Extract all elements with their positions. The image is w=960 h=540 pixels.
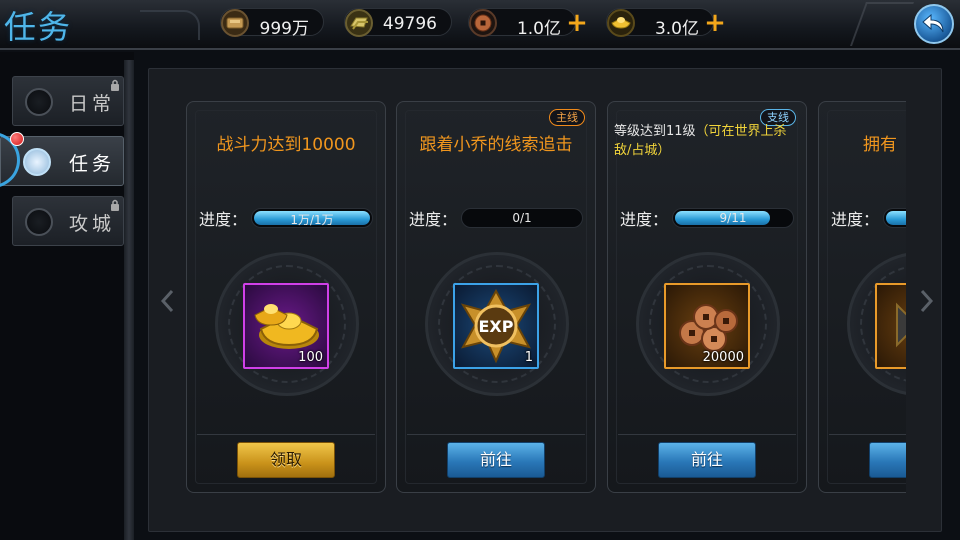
chevron-right-icon (920, 289, 934, 313)
svg-text:EXP: EXP (479, 317, 514, 336)
main-quest-badge: 主线 (549, 109, 585, 126)
task-title: 等级达到11级（可在世界上杀敌/占城） (614, 122, 800, 160)
swirl-icon (25, 208, 53, 236)
reward-item[interactable]: 20000 (664, 283, 750, 369)
claim-button[interactable]: 领取 (237, 442, 335, 478)
progress-label: 进度： (199, 210, 248, 229)
scroll-right-button[interactable] (918, 288, 936, 314)
lock-icon (111, 79, 119, 91)
tab-siege-label: 攻城 (69, 213, 116, 235)
swirl-icon (25, 88, 53, 116)
title-ornament (140, 10, 200, 40)
go-button[interactable]: 前往 (447, 442, 545, 478)
notification-dot (10, 132, 24, 146)
reward-item[interactable] (875, 283, 906, 369)
silver-ingot-icon (219, 7, 251, 39)
tab-tasks-label: 任务 (69, 153, 116, 175)
card-divider (829, 434, 906, 435)
progress-bar: 9/11 (672, 208, 794, 228)
progress-text: 0/1 (512, 211, 532, 225)
item-icon (896, 302, 906, 348)
scroll-left-button[interactable] (158, 288, 176, 314)
back-button[interactable] (914, 4, 954, 44)
silver-amount: 999万 (259, 19, 309, 39)
task-card: 拥有 进度： 前 (818, 101, 906, 493)
task-title-main: 等级达到11级 (614, 124, 696, 139)
task-cards-list[interactable]: 战斗力达到10000 进度： 1万/1万 100 领取 主线 跟着小乔的线索追击… (186, 101, 906, 493)
reward-count: 20000 (702, 350, 744, 365)
resource-copper: 1.0亿 + (467, 7, 588, 39)
swirl-icon (23, 148, 51, 176)
progress-label: 进度： (831, 210, 880, 229)
gold-bar-amount: 49796 (382, 14, 437, 34)
sidebar-rail (124, 60, 134, 540)
gold-ingot-amount: 3.0亿 (654, 19, 699, 39)
progress-label: 进度： (620, 210, 669, 229)
progress-text: 1万/1万 (290, 213, 334, 227)
reward-count: 100 (298, 350, 323, 365)
reward-item[interactable]: 100 (243, 283, 329, 369)
tab-daily-label: 日常 (69, 93, 116, 115)
page-title: 任务 (4, 8, 73, 46)
go-button[interactable]: 前 (869, 442, 906, 478)
add-copper-button[interactable]: + (565, 10, 589, 36)
task-card: 支线 等级达到11级（可在世界上杀敌/占城） 进度： 9/11 20000 前往 (607, 101, 807, 493)
resource-gold-ingot: 3.0亿 + (605, 7, 726, 39)
task-card: 主线 跟着小乔的线索追击 进度： 0/1 EXP 1 前往 (396, 101, 596, 493)
back-arrow-icon (922, 13, 944, 33)
top-bar: 任务 999万 49796 1.0亿 + 3.0亿 + (0, 0, 960, 50)
card-divider (618, 434, 796, 435)
tab-siege[interactable]: 攻城 (12, 196, 124, 246)
task-title: 拥有 (863, 135, 897, 155)
progress-bar: 1万/1万 (251, 208, 373, 228)
gold-ingot-icon (605, 7, 637, 39)
copper-coin-icon (467, 7, 499, 39)
progress-bar: 0/1 (461, 208, 583, 228)
progress-label: 进度： (409, 210, 458, 229)
task-card: 战斗力达到10000 进度： 1万/1万 100 领取 (186, 101, 386, 493)
tab-daily[interactable]: 日常 (12, 76, 124, 126)
card-divider (197, 434, 375, 435)
reward-item[interactable]: EXP 1 (453, 283, 539, 369)
progress-text: 9/11 (719, 211, 747, 225)
progress-fill (886, 211, 906, 225)
lock-icon (111, 199, 119, 211)
add-gold-button[interactable]: + (703, 10, 727, 36)
task-title: 战斗力达到10000 (216, 135, 356, 155)
resource-gold-bar: 49796 (343, 7, 452, 39)
task-title: 跟着小乔的线索追击 (419, 135, 573, 155)
resource-silver: 999万 (219, 7, 324, 39)
card-divider (407, 434, 585, 435)
copper-amount: 1.0亿 (516, 19, 561, 39)
progress-bar (883, 208, 906, 228)
go-button[interactable]: 前往 (658, 442, 756, 478)
gold-bar-icon (343, 7, 375, 39)
corner-ornament (849, 2, 915, 46)
reward-count: 1 (524, 350, 533, 365)
chevron-left-icon (160, 289, 174, 313)
